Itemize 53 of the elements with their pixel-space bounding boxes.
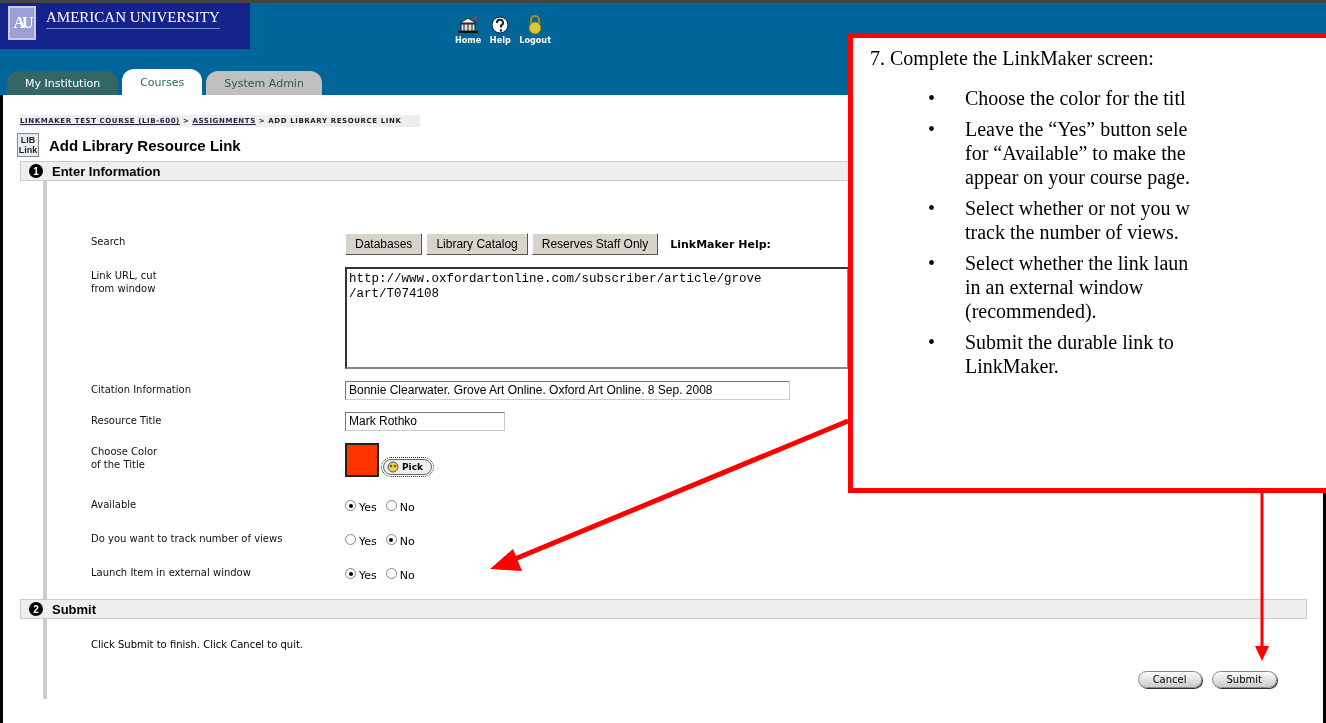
radio-option[interactable]: No <box>385 532 415 545</box>
tab[interactable]: My Institution <box>7 71 119 95</box>
radio-option[interactable]: Yes <box>345 566 377 579</box>
callout-bullet: Leave the “Yes” button sele for “Available” to make the appear on your course page. <box>965 117 1190 189</box>
callout-bullet: Choose the color for the titl <box>965 86 1186 110</box>
logo-monogram: AU <box>8 6 36 40</box>
step-number: 2 <box>29 602 43 616</box>
callout-bullet: Select whether or not you w track the number of views. <box>965 196 1190 244</box>
field-label: Do you want to track number of views <box>91 532 284 545</box>
bullet-marker: • <box>928 86 936 110</box>
field-label: Resource Title <box>91 414 163 427</box>
bullet-marker: • <box>928 117 936 141</box>
nav-link[interactable]: Home <box>455 35 482 45</box>
section-title: Enter Information <box>52 163 161 179</box>
help-label: LinkMaker Help: <box>670 237 771 251</box>
field-label: Citation Information <box>91 383 193 396</box>
submit-button[interactable]: Submit <box>1211 671 1277 688</box>
step-number: 1 <box>29 164 43 178</box>
page-title: Add Library Resource Link <box>49 136 241 154</box>
callout-bullet: Submit the durable link to LinkMaker. <box>965 330 1174 378</box>
search-button[interactable]: Databases <box>345 233 423 255</box>
bullet-marker: • <box>928 330 936 354</box>
field-label: Choose Color of the Title <box>91 445 159 471</box>
search-button[interactable]: Reserves Staff Only <box>531 233 659 255</box>
nav-link[interactable]: Logout <box>519 35 551 45</box>
palette-icon <box>387 461 399 473</box>
text-field[interactable]: Bonnie Clearwater. Grove Art Online. Oxford Art Online. 8 Sep. 2008 <box>345 381 790 400</box>
radio-option[interactable]: No <box>385 498 415 511</box>
instruction-text: Click Submit to finish. Click Cancel to quit. <box>91 639 305 650</box>
radio-option[interactable]: Yes <box>345 498 377 511</box>
help-icon[interactable] <box>489 15 512 35</box>
tab[interactable]: Courses <box>122 69 203 95</box>
section-title: Submit <box>52 601 97 617</box>
building-icon[interactable] <box>457 15 480 35</box>
field-label: Link URL, cut from window <box>91 269 158 295</box>
cancel-button[interactable]: Cancel <box>1137 671 1202 688</box>
tab[interactable]: System Admin <box>206 71 322 95</box>
radio-option[interactable]: No <box>385 566 415 579</box>
field-label: Available <box>91 498 138 511</box>
field-label: Search <box>91 235 127 248</box>
university-name: AMERICAN UNIVERSITY <box>46 9 220 29</box>
url-text-area[interactable]: http://www.oxfordartonline.com/subscriber/article/grove /art/T074108 <box>345 267 849 369</box>
radio-option[interactable]: Yes <box>345 532 377 545</box>
callout-bullet: Select whether the link laun in an external window (recommended). <box>965 251 1189 323</box>
field-label: Launch Item in external window <box>91 566 252 579</box>
text-field[interactable]: Mark Rothko <box>345 412 505 431</box>
pick-button[interactable]: Pick <box>383 459 432 475</box>
callout-title: 7. Complete the LinkMaker screen: <box>870 46 1154 70</box>
bullet-marker: • <box>928 251 936 275</box>
search-button[interactable]: Library Catalog <box>426 233 528 255</box>
nav-link[interactable]: Help <box>489 35 511 45</box>
bullet-marker: • <box>928 196 936 220</box>
library-link-icon: LIB Link <box>17 133 39 157</box>
